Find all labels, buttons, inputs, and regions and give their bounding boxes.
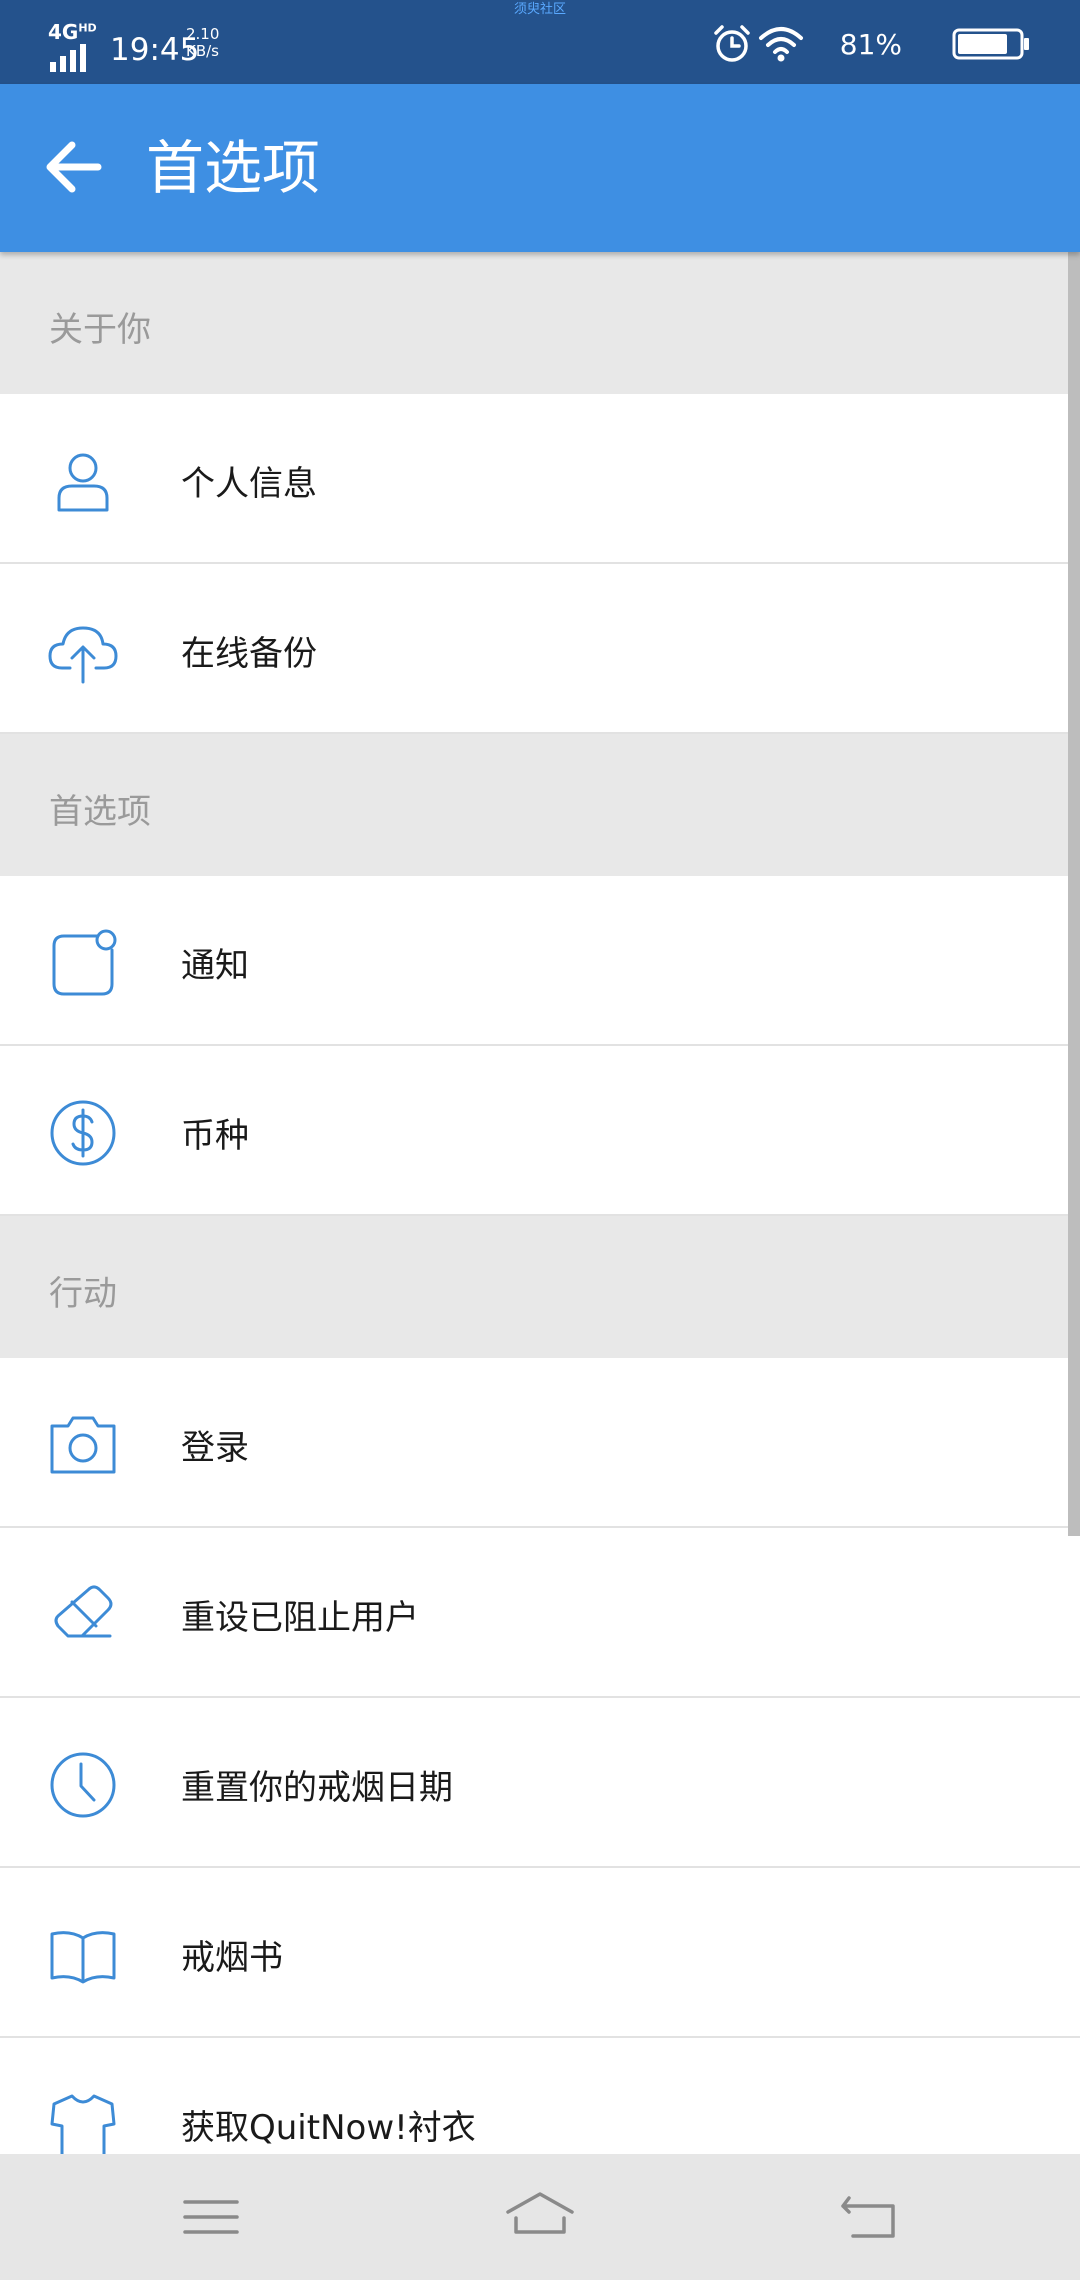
speed-unit: KB/s [186, 42, 219, 60]
speed-value: 2.10 [186, 25, 220, 43]
dollar-icon [50, 1100, 116, 1166]
status-banner-text: 须臾社区 [513, 2, 566, 17]
list-item-label: 重置你的戒烟日期 [181, 1768, 453, 1808]
network-type-label: 4G [48, 20, 79, 44]
app-bar: 首选项 [0, 84, 1080, 252]
list-item-label: 币种 [181, 1116, 249, 1156]
section-header-actions: 行动 [0, 1216, 1080, 1358]
list-item-notifications[interactable]: 通知 [0, 876, 1080, 1046]
section-header-preferences: 首选项 [0, 734, 1080, 876]
status-bar: 须臾社区 4GHD 19:45 2.10 KB/s 81% [0, 0, 1080, 84]
list-item-label: 戒烟书 [181, 1938, 283, 1978]
system-nav-bar [0, 2154, 1080, 2280]
battery-icon [952, 28, 1029, 60]
settings-list[interactable]: 关于你 个人信息 在线备份 首选项 通知 币种 行动 登录 重设已阻止用户 重置… [0, 252, 1080, 2154]
list-item-label: 登录 [181, 1428, 249, 1468]
book-icon [50, 1931, 116, 1984]
section-header-label: 行动 [49, 1274, 117, 1314]
list-item-label: 在线备份 [181, 634, 317, 674]
wifi-icon [759, 27, 803, 62]
cloud-upload-icon [48, 626, 118, 684]
list-item-get-shirt[interactable]: 获取QuitNow!衬衣 [0, 2038, 1080, 2154]
list-item-label: 重设已阻止用户 [181, 1598, 419, 1638]
list-item-label: 获取QuitNow!衬衣 [181, 2108, 476, 2148]
person-icon [57, 453, 109, 512]
signal-icon [50, 44, 86, 72]
alarm-icon [714, 25, 750, 62]
list-item-reset-blocked-users[interactable]: 重设已阻止用户 [0, 1528, 1080, 1698]
eraser-icon [54, 1585, 113, 1638]
list-item-label: 通知 [181, 946, 249, 986]
list-item-reset-quit-date[interactable]: 重置你的戒烟日期 [0, 1698, 1080, 1868]
page-title: 首选项 [146, 134, 321, 202]
back-nav-icon[interactable] [829, 2184, 909, 2250]
home-icon[interactable] [500, 2184, 580, 2250]
camera-icon [50, 1416, 116, 1474]
list-item-login[interactable]: 登录 [0, 1358, 1080, 1528]
list-item-online-backup[interactable]: 在线备份 [0, 564, 1080, 734]
list-item-personal-info[interactable]: 个人信息 [0, 394, 1080, 564]
notification-icon [52, 929, 117, 996]
menu-icon[interactable] [171, 2184, 251, 2250]
network-speed: 2.10 KB/s [186, 26, 219, 60]
clock-icon [50, 1752, 116, 1818]
list-item-label: 个人信息 [181, 464, 317, 504]
network-badge: HD [78, 21, 97, 35]
section-header-label: 关于你 [49, 310, 151, 350]
battery-percent: 81% [839, 28, 902, 61]
section-header-label: 首选项 [49, 792, 151, 832]
back-arrow-icon[interactable] [40, 134, 106, 200]
list-item-quit-book[interactable]: 戒烟书 [0, 1868, 1080, 2038]
shirt-icon [50, 2094, 116, 2154]
section-header-about-you: 关于你 [0, 252, 1080, 394]
list-item-currency[interactable]: 币种 [0, 1046, 1080, 1216]
network-type: 4GHD [48, 20, 97, 44]
scrollbar[interactable] [1068, 252, 1080, 1536]
